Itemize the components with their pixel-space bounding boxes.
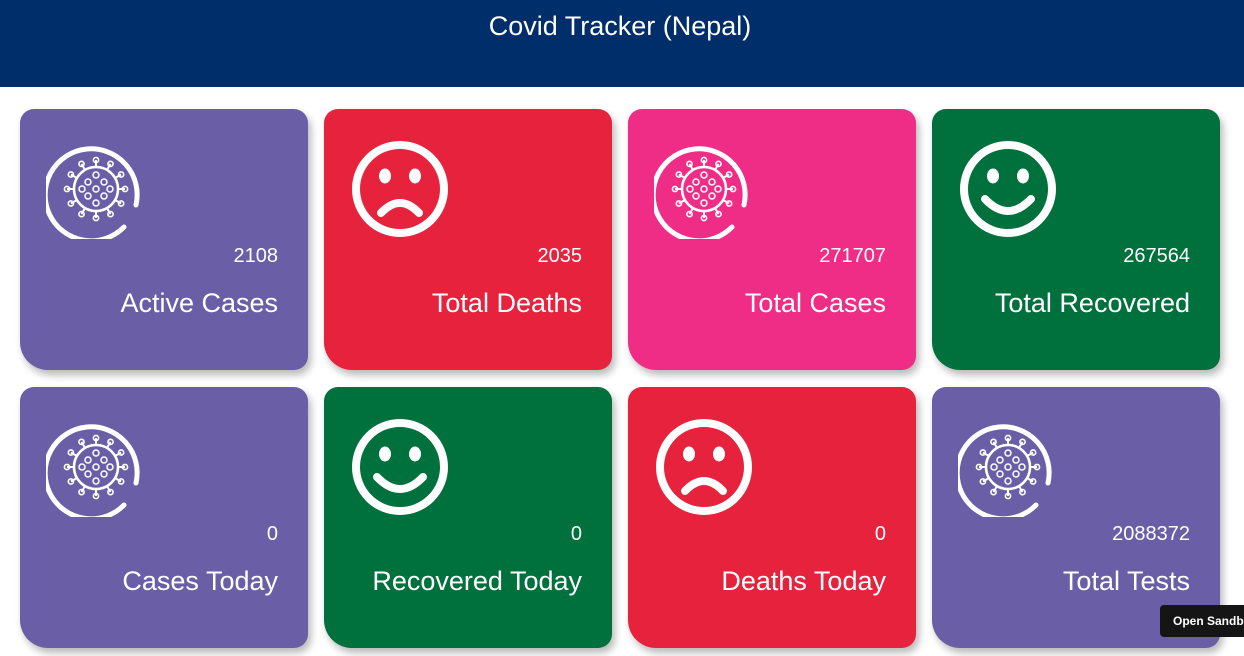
stat-card-deaths-today: 0 Deaths Today bbox=[628, 387, 916, 648]
stat-card-active-cases: 2108 Active Cases bbox=[20, 109, 308, 370]
stat-label: Deaths Today bbox=[721, 566, 886, 596]
stat-card-total-recovered: 267564 Total Recovered bbox=[932, 109, 1220, 370]
stat-label: Recovered Today bbox=[372, 566, 582, 596]
stat-value: 271707 bbox=[819, 245, 886, 267]
open-sandbox-button[interactable]: Open Sandbox bbox=[1160, 605, 1244, 637]
stat-value: 2035 bbox=[537, 245, 583, 267]
sad-face-icon bbox=[654, 417, 754, 517]
stat-value: 267564 bbox=[1123, 245, 1190, 267]
happy-face-icon bbox=[958, 139, 1058, 239]
stat-value: 0 bbox=[570, 523, 582, 545]
virus-icon bbox=[654, 139, 754, 239]
stat-label: Active Cases bbox=[120, 288, 278, 318]
stat-label: Total Cases bbox=[744, 288, 886, 318]
stat-label: Total Recovered bbox=[994, 288, 1190, 318]
app-header: Covid Tracker (Nepal) bbox=[0, 0, 1244, 87]
stat-card-recovered-today: 0 Recovered Today bbox=[324, 387, 612, 648]
virus-icon bbox=[958, 417, 1058, 517]
stat-label: Total Deaths bbox=[431, 288, 582, 318]
stats-grid: 2108 Active Cases 2035 Total Deaths 2717… bbox=[20, 109, 1220, 648]
stat-card-total-cases: 271707 Total Cases bbox=[628, 109, 916, 370]
happy-face-icon bbox=[350, 417, 450, 517]
stat-value: 0 bbox=[266, 523, 278, 545]
stat-value: 2088372 bbox=[1112, 523, 1190, 545]
stat-value: 0 bbox=[874, 523, 886, 545]
stat-card-cases-today: 0 Cases Today bbox=[20, 387, 308, 648]
stat-label: Cases Today bbox=[122, 566, 278, 596]
sad-face-icon bbox=[350, 139, 450, 239]
stat-value: 2108 bbox=[233, 245, 279, 267]
virus-icon bbox=[46, 417, 146, 517]
virus-icon bbox=[46, 139, 146, 239]
stat-card-total-deaths: 2035 Total Deaths bbox=[324, 109, 612, 370]
page-title: Covid Tracker (Nepal) bbox=[488, 11, 752, 41]
stat-label: Total Tests bbox=[1062, 566, 1190, 596]
